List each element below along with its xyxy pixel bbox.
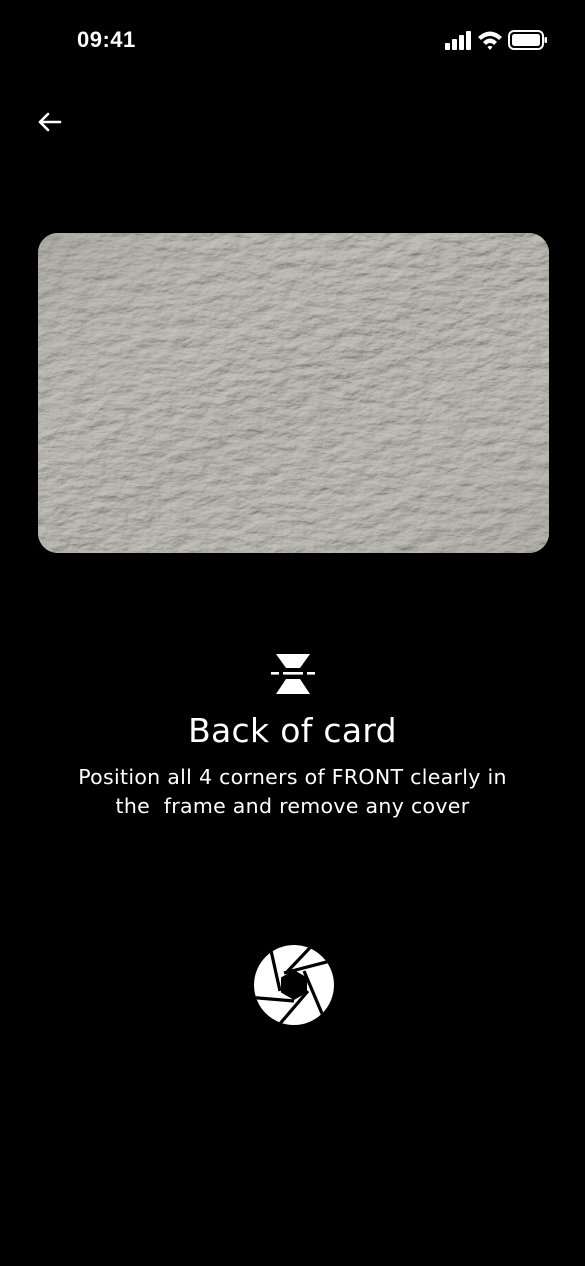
- battery-icon: [508, 30, 548, 50]
- card-flip-icon: [270, 653, 316, 695]
- status-icons: [444, 29, 548, 51]
- arrow-left-icon: [38, 112, 62, 132]
- instruction-text: Position all 4 corners of FRONT clearly …: [78, 765, 507, 818]
- card-preview: [38, 233, 549, 553]
- status-time: 09:41: [77, 27, 136, 52]
- signal-icon: [444, 29, 472, 51]
- camera-shutter-icon: [254, 945, 334, 1025]
- wifi-icon: [477, 29, 503, 51]
- instruction-title: Back of card: [188, 711, 397, 750]
- back-button[interactable]: [30, 104, 70, 140]
- capture-button[interactable]: [252, 943, 336, 1027]
- card-texture: [38, 233, 549, 553]
- status-bar: 09:41: [0, 0, 585, 80]
